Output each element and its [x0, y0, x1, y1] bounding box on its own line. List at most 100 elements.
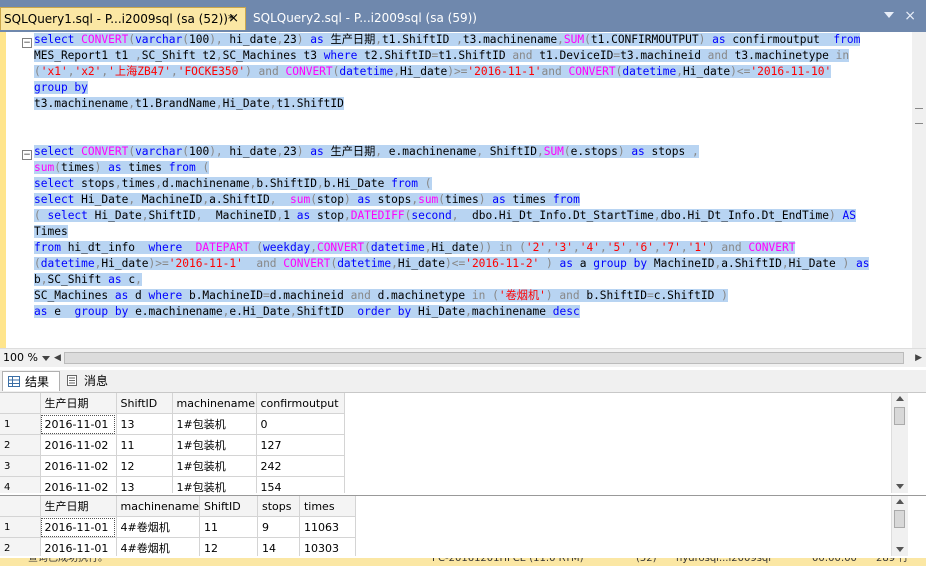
code-line[interactable]: ( select Hi_Date,ShiftID, MachineID,1 as…: [34, 208, 910, 224]
zoom-level[interactable]: 100 %: [3, 351, 38, 364]
code-line[interactable]: MES_Report1 t1 ,SC_Shift t2,SC_Machines …: [34, 48, 910, 64]
code-token: second: [411, 209, 452, 222]
code-line[interactable]: select CONVERT(varchar(100), hi_date,23)…: [34, 144, 910, 160]
table-cell[interactable]: 2016-11-02: [40, 434, 117, 456]
table-cell[interactable]: 0: [256, 413, 345, 435]
table-cell[interactable]: 2016-11-02: [40, 476, 117, 493]
table-row[interactable]: 2 2016-11-01 4#卷烟机 12 14 10303: [0, 537, 360, 556]
code-line[interactable]: [34, 112, 910, 128]
scroll-left-icon[interactable]: ◀: [54, 353, 61, 363]
column-header[interactable]: ShiftID: [199, 496, 258, 517]
code-line[interactable]: as e group by e.machinename,e.Hi_Date,Sh…: [34, 304, 910, 320]
query-editor[interactable]: − − select CONVERT(varchar(100), hi_date…: [0, 32, 926, 348]
code-token: ): [707, 241, 722, 254]
column-header[interactable]: times: [299, 496, 356, 517]
code-line[interactable]: [34, 128, 910, 144]
table-cell[interactable]: 11: [199, 516, 258, 538]
code-token: as: [114, 289, 136, 302]
code-line[interactable]: b,SC_Shift as c,: [34, 272, 910, 288]
row-number[interactable]: 1: [0, 516, 41, 538]
scroll-right-icon[interactable]: ▶: [915, 353, 922, 363]
row-number[interactable]: 3: [0, 455, 41, 477]
scrollbar-thumb[interactable]: [894, 407, 905, 425]
table-cell[interactable]: 242: [256, 455, 345, 477]
table-cell[interactable]: 2016-11-02: [40, 455, 117, 477]
horizontal-scrollbar-thumb[interactable]: [64, 352, 904, 364]
table-cell[interactable]: 13: [116, 476, 173, 493]
code-line[interactable]: sum(times) as times from (: [34, 160, 910, 176]
column-header[interactable]: confirmoutput: [256, 393, 345, 414]
table-cell[interactable]: 9: [257, 516, 300, 538]
table-cell[interactable]: 12: [116, 455, 173, 477]
table-cell[interactable]: 1#包装机: [172, 455, 257, 477]
table-cell[interactable]: 4#卷烟机: [116, 516, 200, 538]
split-grip-icon[interactable]: [915, 108, 923, 124]
table-cell[interactable]: 4#卷烟机: [116, 537, 200, 556]
table-cell[interactable]: 127: [256, 434, 345, 456]
code-line[interactable]: from hi_dt_info where DATEPART (weekday,…: [34, 240, 910, 256]
row-number-header[interactable]: [0, 393, 41, 414]
table-cell[interactable]: 11063: [299, 516, 356, 538]
table-cell[interactable]: 2016-11-01: [40, 516, 117, 538]
tab-messages[interactable]: 消息: [62, 371, 114, 391]
column-header[interactable]: 生产日期: [40, 393, 117, 414]
scroll-down-icon[interactable]: [896, 547, 904, 552]
scroll-up-icon[interactable]: [896, 499, 904, 504]
column-header[interactable]: machinename: [172, 393, 257, 414]
table-cell[interactable]: 154: [256, 476, 345, 493]
code-token: ): [842, 257, 856, 270]
tab-sqlquery1[interactable]: SQLQuery1.sql - P...i2009sql (sa (52))* …: [0, 7, 246, 30]
table-cell[interactable]: 11: [116, 434, 173, 456]
row-number[interactable]: 4: [0, 476, 41, 493]
tab-results[interactable]: 结果: [2, 371, 60, 391]
code-line[interactable]: select stops,times,d.machinename,b.Shift…: [34, 176, 910, 192]
grid-vertical-scrollbar[interactable]: [891, 393, 908, 493]
table-cell[interactable]: 1#包装机: [172, 434, 257, 456]
code-line[interactable]: Times: [34, 224, 910, 240]
table-cell[interactable]: 2016-11-01: [40, 413, 117, 435]
tab-sqlquery2[interactable]: SQLQuery2.sql - P...i2009sql (sa (59)): [250, 7, 480, 30]
column-header[interactable]: machinename: [116, 496, 200, 517]
table-row[interactable]: 4 2016-11-02 13 1#包装机 154: [0, 476, 349, 493]
table-row[interactable]: 1 2016-11-01 4#卷烟机 11 9 11063: [0, 516, 360, 538]
column-header[interactable]: stops: [257, 496, 300, 517]
column-header[interactable]: ShiftID: [116, 393, 173, 414]
table-cell[interactable]: 1#包装机: [172, 413, 257, 435]
close-icon[interactable]: ×: [904, 8, 916, 24]
close-icon[interactable]: ×: [228, 8, 239, 30]
table-cell[interactable]: 14: [257, 537, 300, 556]
table-cell[interactable]: 2016-11-01: [40, 537, 117, 556]
grid-vertical-scrollbar[interactable]: [891, 496, 908, 556]
scroll-up-icon[interactable]: [896, 396, 904, 401]
table-cell[interactable]: 1#包装机: [172, 476, 257, 493]
row-number-header[interactable]: [0, 496, 41, 517]
code-text[interactable]: select CONVERT(varchar(100), hi_date,23)…: [34, 32, 910, 348]
row-number[interactable]: 2: [0, 434, 41, 456]
table-row[interactable]: 1 2016-11-01 13 1#包装机 0: [0, 413, 349, 435]
table-row[interactable]: 2 2016-11-02 11 1#包装机 127: [0, 434, 349, 456]
row-number[interactable]: 1: [0, 413, 41, 435]
chevron-down-icon[interactable]: [42, 356, 50, 361]
table-row[interactable]: 3 2016-11-02 12 1#包装机 242: [0, 455, 349, 477]
code-line[interactable]: t3.machinename,t1.BrandName,Hi_Date,t1.S…: [34, 96, 910, 112]
results-grid-1[interactable]: 生产日期 ShiftID machinename confirmoutput 1…: [0, 393, 926, 493]
table-cell[interactable]: 10303: [299, 537, 356, 556]
scroll-down-icon[interactable]: [896, 484, 904, 489]
table-cell[interactable]: 13: [116, 413, 173, 435]
code-line[interactable]: (datetime,Hi_date)>='2016-11-1' and CONV…: [34, 256, 910, 272]
row-number[interactable]: 2: [0, 537, 41, 556]
code-line[interactable]: select Hi_Date, MachineID,a.ShiftID, sum…: [34, 192, 910, 208]
message-icon: [67, 375, 77, 386]
editor-vertical-scrollbar[interactable]: [912, 32, 926, 348]
code-line[interactable]: SC_Machines as d where b.MachineID=d.mac…: [34, 288, 910, 304]
scrollbar-thumb[interactable]: [894, 510, 905, 528]
chevron-down-icon[interactable]: [884, 12, 894, 18]
results-grid-2[interactable]: 生产日期 machinename ShiftID stops times 1 20…: [0, 495, 926, 556]
table-cell[interactable]: 12: [199, 537, 258, 556]
code-line[interactable]: select CONVERT(varchar(100), hi_date,23)…: [34, 32, 910, 48]
column-header[interactable]: 生产日期: [40, 496, 117, 517]
code-line[interactable]: group by: [34, 80, 910, 96]
collapse-icon[interactable]: −: [22, 38, 32, 48]
collapse-icon[interactable]: −: [22, 150, 32, 160]
code-line[interactable]: ('x1','x2','上海ZB47','FOCKE350') and CONV…: [34, 64, 910, 80]
